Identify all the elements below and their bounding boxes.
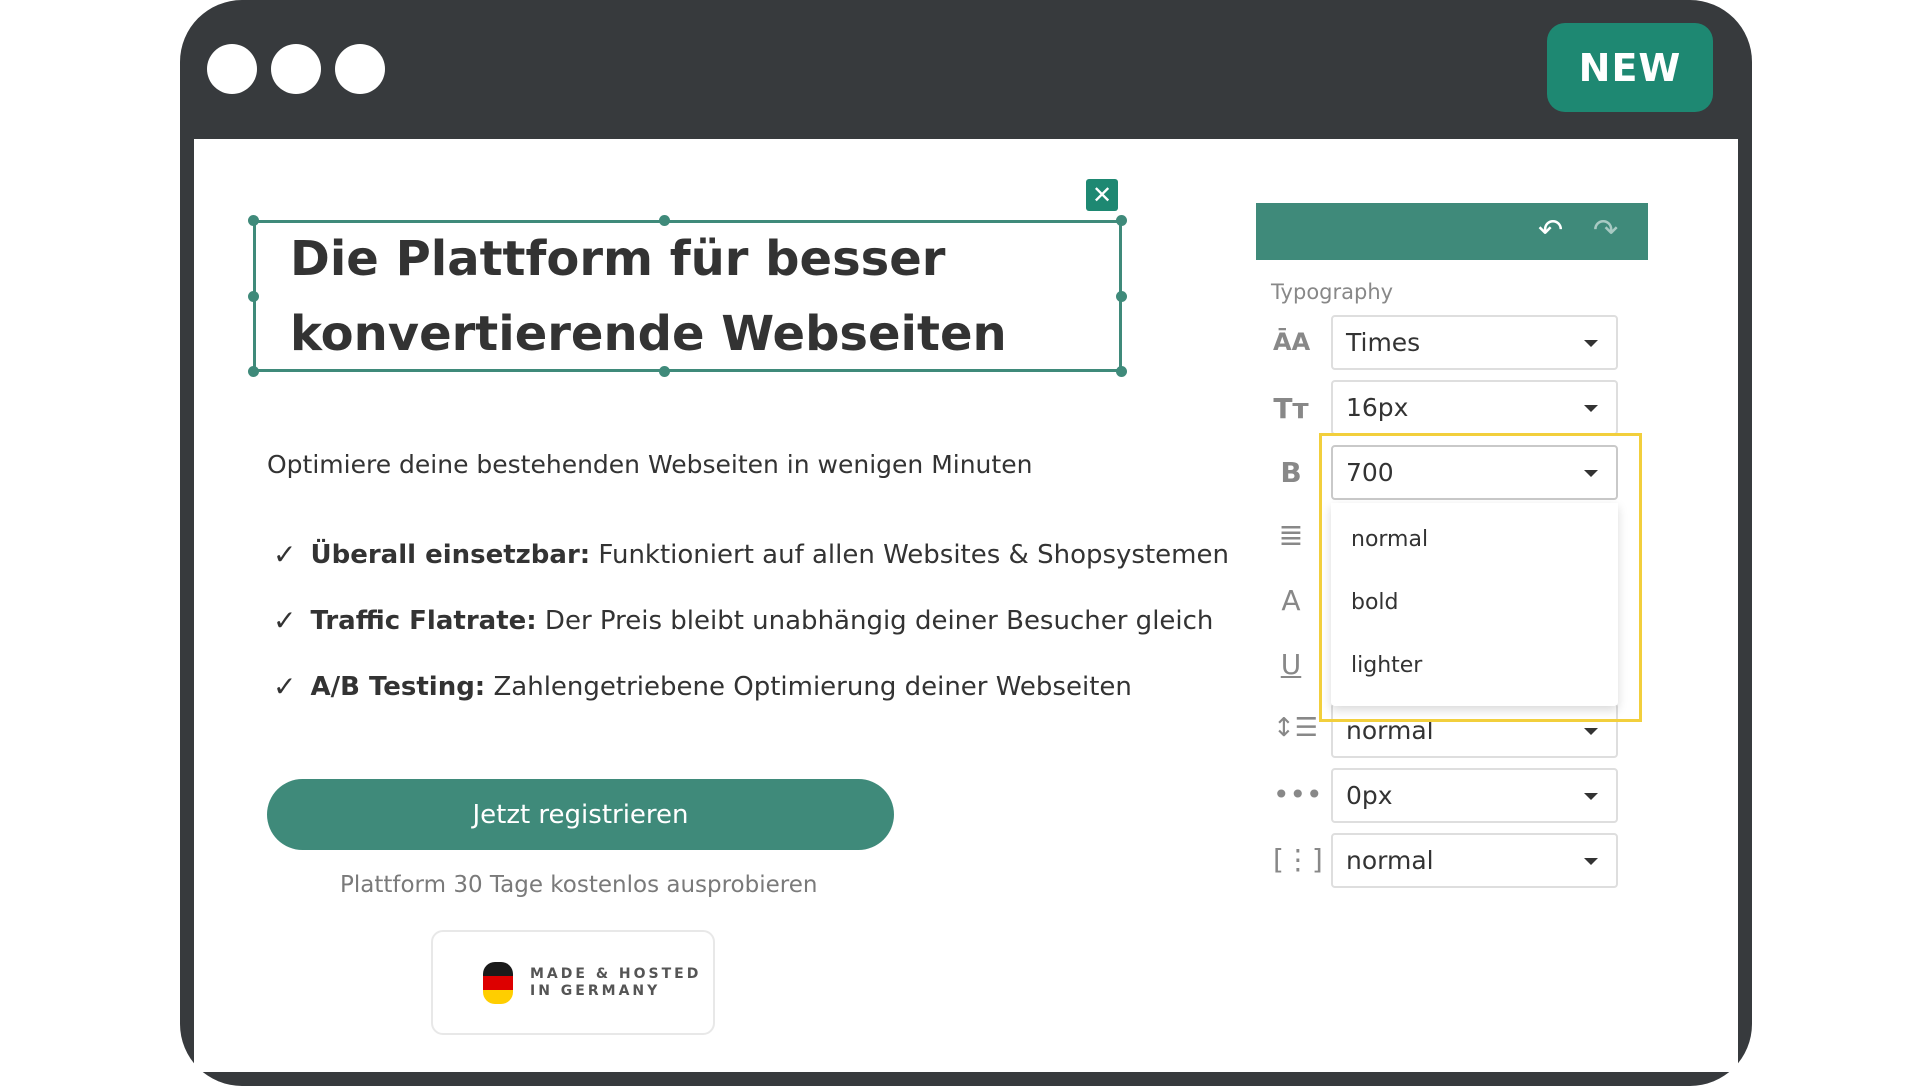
window-dot xyxy=(207,44,257,94)
line-height-icon: ↕☰ xyxy=(1273,713,1319,743)
undo-icon[interactable]: ↶ xyxy=(1538,213,1563,248)
select-value: 16px xyxy=(1346,393,1409,422)
word-spacing-select[interactable]: normal xyxy=(1331,833,1618,888)
panel-toolbar: ↶ ↷ xyxy=(1256,203,1648,260)
typography-label: Typography xyxy=(1271,280,1394,304)
underline-icon: U xyxy=(1280,648,1302,681)
resize-handle[interactable] xyxy=(1116,291,1127,302)
highlight-frame xyxy=(1319,433,1642,722)
feature-title: Traffic Flatrate: xyxy=(310,605,537,636)
font-family-select[interactable]: Times xyxy=(1331,315,1618,370)
text-align-icon: ≣ xyxy=(1278,518,1304,553)
badge-text: MADE & HOSTED IN GERMANY xyxy=(530,966,701,1000)
new-badge: NEW xyxy=(1547,23,1713,112)
select-value: 0px xyxy=(1346,781,1393,810)
badge-line: IN GERMANY xyxy=(530,983,661,999)
check-icon: ✓ xyxy=(273,538,297,571)
check-icon: ✓ xyxy=(273,604,297,637)
headline-line: Die Plattform für besser xyxy=(290,231,946,287)
font-size-icon: Tт xyxy=(1273,392,1309,425)
register-button[interactable]: Jetzt registrieren xyxy=(267,779,894,850)
feature-item: ✓ Überall einsetzbar: Funktioniert auf a… xyxy=(273,538,1229,571)
close-icon[interactable]: ✕ xyxy=(1086,179,1118,211)
caret-down-icon xyxy=(1584,728,1598,735)
feature-text: Der Preis bleibt unabhängig deiner Besuc… xyxy=(536,605,1214,636)
resize-handle[interactable] xyxy=(248,366,259,377)
caret-down-icon xyxy=(1584,340,1598,347)
letter-spacing-icon: ••• xyxy=(1273,778,1323,811)
feature-text: Funktioniert auf allen Websites & Shopsy… xyxy=(590,539,1229,570)
feature-item: ✓ A/B Testing: Zahlengetriebene Optimier… xyxy=(273,670,1132,703)
feature-title: A/B Testing: xyxy=(310,671,486,702)
subheadline: Optimiere deine bestehenden Webseiten in… xyxy=(267,450,1033,479)
caret-down-icon xyxy=(1584,793,1598,800)
font-size-select[interactable]: 16px xyxy=(1331,380,1618,435)
caret-down-icon xyxy=(1584,405,1598,412)
font-family-icon: ĀA xyxy=(1273,328,1311,356)
resize-handle[interactable] xyxy=(1116,215,1127,226)
caret-down-icon xyxy=(1584,858,1598,865)
feature-title: Überall einsetzbar: xyxy=(310,539,591,570)
text-color-icon: A xyxy=(1281,584,1301,617)
page-headline[interactable]: Die Plattform für besser konvertierende … xyxy=(290,222,1110,372)
select-value: normal xyxy=(1346,846,1434,875)
word-spacing-icon: [⋮] xyxy=(1273,843,1323,876)
feature-item: ✓ Traffic Flatrate: Der Preis bleibt una… xyxy=(273,604,1213,637)
badge-line: MADE & HOSTED xyxy=(530,966,702,982)
headline-line: konvertierende Webseiten xyxy=(290,306,1007,362)
germany-flag-icon xyxy=(483,962,513,1004)
feature-text: Zahlengetriebene Optimierung deiner Webs… xyxy=(485,671,1132,702)
check-icon: ✓ xyxy=(273,670,297,703)
window-dot xyxy=(335,44,385,94)
select-value: Times xyxy=(1346,328,1421,357)
redo-icon[interactable]: ↷ xyxy=(1593,213,1618,248)
resize-handle[interactable] xyxy=(248,215,259,226)
resize-handle[interactable] xyxy=(248,291,259,302)
letter-spacing-select[interactable]: 0px xyxy=(1331,768,1618,823)
made-in-germany-badge: MADE & HOSTED IN GERMANY xyxy=(431,930,715,1035)
resize-handle[interactable] xyxy=(1116,366,1127,377)
window-dot xyxy=(271,44,321,94)
bold-icon: B xyxy=(1280,456,1302,489)
trial-text: Plattform 30 Tage kostenlos ausprobieren xyxy=(340,872,818,898)
